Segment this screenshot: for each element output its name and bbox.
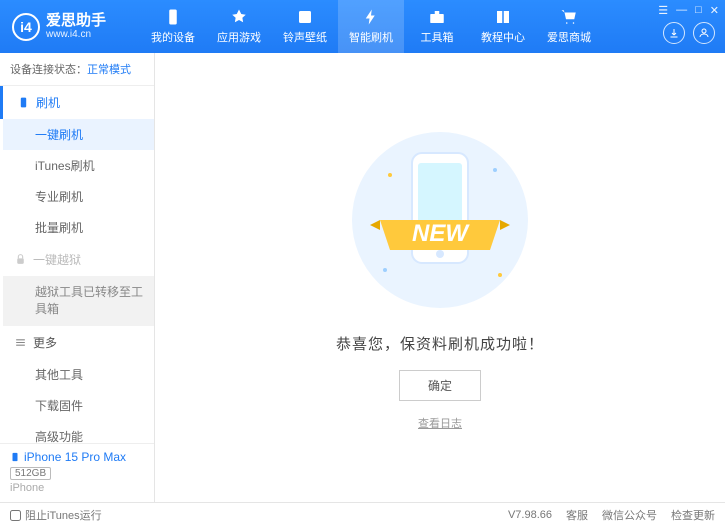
success-message: 恭喜您，保资料刷机成功啦！ (336, 333, 544, 354)
menu-label: 刷机 (36, 94, 60, 111)
success-illustration: NEW (340, 125, 540, 315)
sidebar: 设备连接状态：正常模式 刷机 一键刷机 iTunes刷机 专业刷机 批量刷机 一… (0, 53, 155, 502)
view-log-link[interactable]: 查看日志 (418, 415, 462, 431)
sidebar-item-oneclick[interactable]: 一键刷机 (3, 119, 154, 150)
app-url: www.i4.cn (46, 29, 106, 40)
status-value: 正常模式 (87, 64, 131, 76)
logo-icon: i4 (12, 13, 40, 41)
connection-status: 设备连接状态：正常模式 (0, 53, 154, 86)
device-icon (10, 450, 20, 464)
cart-icon (560, 8, 578, 26)
header-actions (663, 22, 715, 44)
nav-label: 教程中心 (481, 29, 525, 45)
status-bar-footer: 阻止iTunes运行 V7.98.66 客服 微信公众号 检查更新 (0, 502, 725, 527)
app-name: 爱思助手 (46, 13, 106, 30)
device-name[interactable]: iPhone 15 Pro Max (10, 450, 144, 464)
nav-toolbox[interactable]: 工具箱 (404, 0, 470, 53)
device-type: iPhone (10, 482, 144, 494)
checkbox-label: 阻止iTunes运行 (25, 507, 102, 523)
toolbox-icon (428, 8, 446, 26)
close-icon[interactable]: ✕ (710, 4, 719, 17)
sidebar-item-pro[interactable]: 专业刷机 (3, 181, 154, 212)
nav-label: 铃声壁纸 (283, 29, 327, 45)
device-info: iPhone 15 Pro Max 512GB iPhone (0, 443, 154, 502)
nav-label: 智能刷机 (349, 29, 393, 45)
nav-label: 应用游戏 (217, 29, 261, 45)
menu-jailbreak[interactable]: 一键越狱 (3, 243, 154, 276)
sidebar-item-itunes[interactable]: iTunes刷机 (3, 150, 154, 181)
top-nav: 我的设备 应用游戏 铃声壁纸 智能刷机 工具箱 教程中心 爱思商城 (140, 0, 602, 53)
ok-button[interactable]: 确定 (399, 370, 481, 401)
app-header: i4 爱思助手 www.i4.cn 我的设备 应用游戏 铃声壁纸 智能刷机 工具… (0, 0, 725, 53)
sidebar-item-advanced[interactable]: 高级功能 (3, 421, 154, 443)
status-label: 设备连接状态： (10, 64, 87, 76)
nav-label: 爱思商城 (547, 29, 591, 45)
nav-label: 我的设备 (151, 29, 195, 45)
menu-flash[interactable]: 刷机 (0, 86, 154, 119)
footer-link-support[interactable]: 客服 (566, 507, 588, 523)
nav-ringtones[interactable]: 铃声壁纸 (272, 0, 338, 53)
block-itunes-checkbox[interactable]: 阻止iTunes运行 (10, 507, 102, 523)
nav-store[interactable]: 爱思商城 (536, 0, 602, 53)
nav-flash[interactable]: 智能刷机 (338, 0, 404, 53)
menu-label: 一键越狱 (33, 251, 81, 268)
menu-icon[interactable]: ☰ (658, 4, 668, 17)
window-controls: ☰ — □ ✕ (658, 4, 719, 17)
maximize-icon[interactable]: □ (695, 4, 702, 17)
lock-icon (13, 253, 27, 267)
flash-section-icon (16, 96, 30, 110)
apps-icon (230, 8, 248, 26)
more-icon (13, 335, 27, 349)
flash-icon (362, 8, 380, 26)
minimize-icon[interactable]: — (676, 4, 687, 17)
wallpaper-icon (296, 8, 314, 26)
nav-apps[interactable]: 应用游戏 (206, 0, 272, 53)
footer-link-wechat[interactable]: 微信公众号 (602, 507, 657, 523)
version-label: V7.98.66 (508, 509, 552, 521)
download-button[interactable] (663, 22, 685, 44)
sidebar-item-batch[interactable]: 批量刷机 (3, 212, 154, 243)
user-button[interactable] (693, 22, 715, 44)
logo: i4 爱思助手 www.i4.cn (0, 13, 140, 41)
nav-my-device[interactable]: 我的设备 (140, 0, 206, 53)
book-icon (494, 8, 512, 26)
phone-icon (164, 8, 182, 26)
menu-label: 更多 (33, 334, 57, 351)
footer-link-update[interactable]: 检查更新 (671, 507, 715, 523)
storage-badge: 512GB (10, 467, 51, 480)
menu-more[interactable]: 更多 (3, 326, 154, 359)
main-content: NEW 恭喜您，保资料刷机成功啦！ 确定 查看日志 (155, 53, 725, 502)
jailbreak-note: 越狱工具已转移至工具箱 (3, 276, 154, 326)
nav-tutorials[interactable]: 教程中心 (470, 0, 536, 53)
new-banner-text: NEW (412, 220, 470, 247)
sidebar-item-firmware[interactable]: 下载固件 (3, 390, 154, 421)
sidebar-item-other[interactable]: 其他工具 (3, 359, 154, 390)
nav-label: 工具箱 (421, 29, 454, 45)
